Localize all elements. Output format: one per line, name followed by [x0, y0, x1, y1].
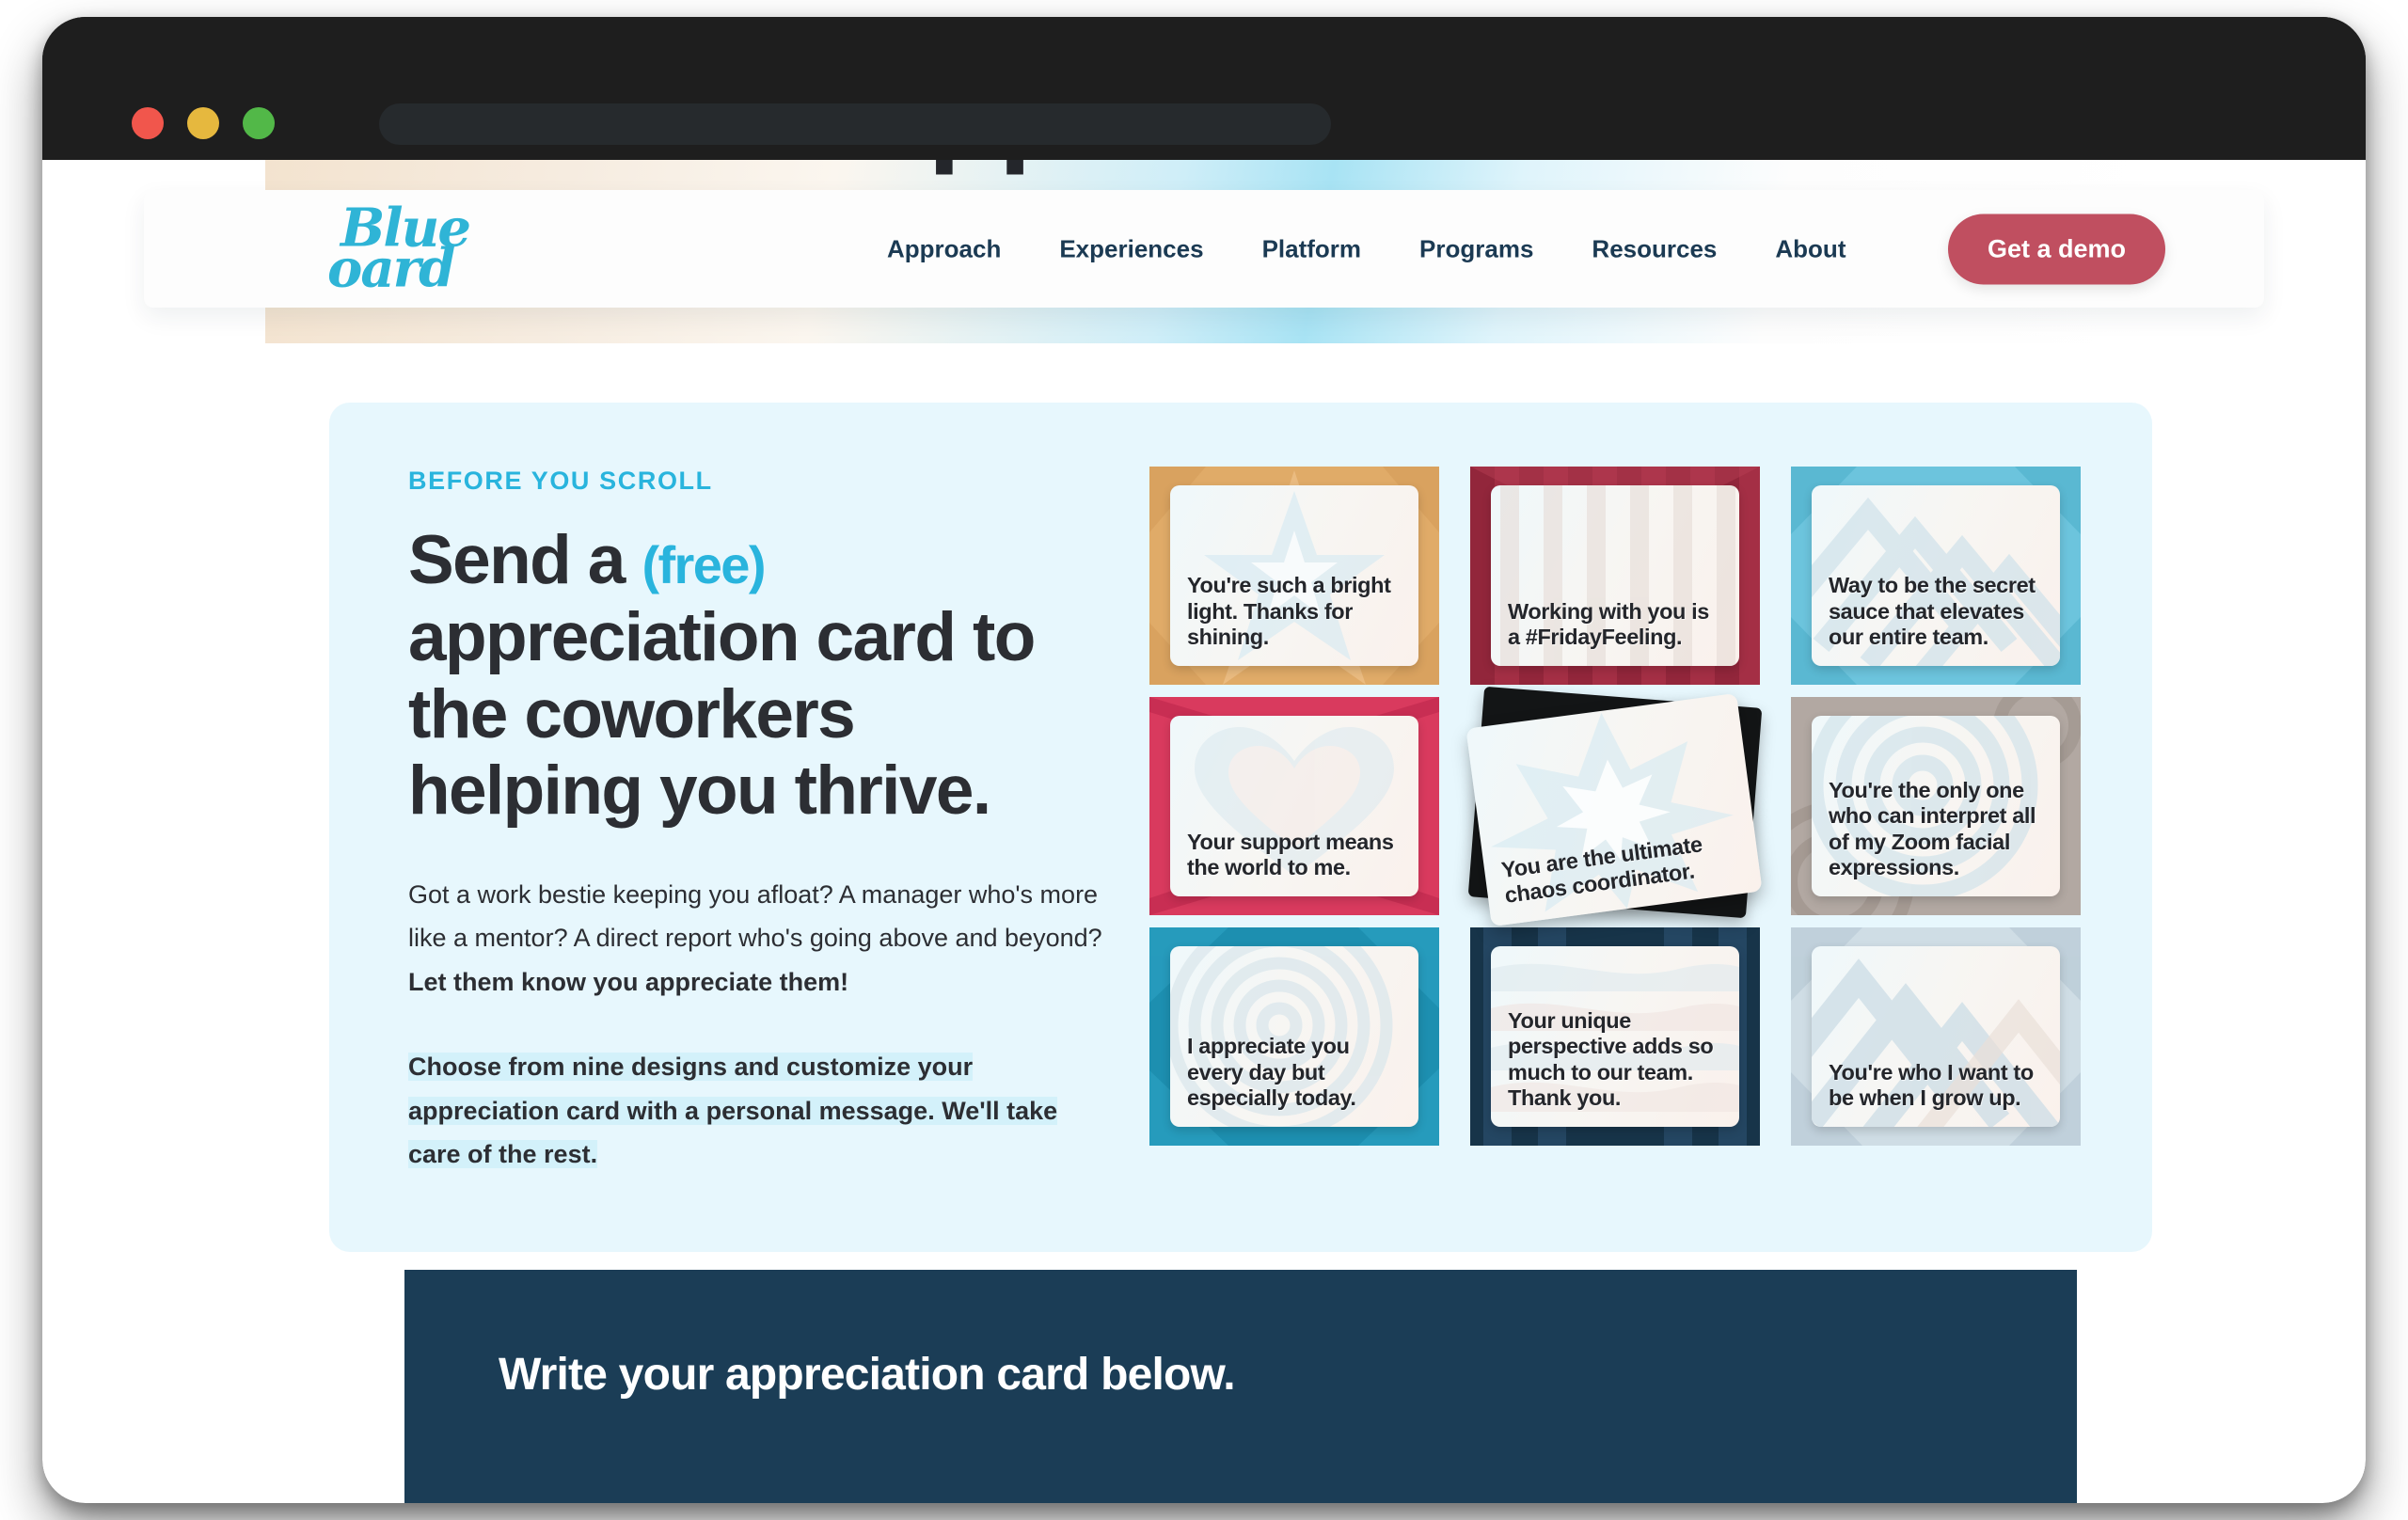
close-window-button[interactable] — [132, 107, 164, 139]
browser-titlebar — [42, 17, 2366, 160]
card-message: You're the only one who can interpret al… — [1829, 778, 2036, 879]
appreciation-card[interactable]: You're the only one who can interpret al… — [1791, 697, 2081, 915]
card-message: Working with you is a #FridayFeeling. — [1508, 598, 1709, 649]
site-navbar: Blue oard Approach Experiences Platform … — [144, 190, 2264, 308]
appreciation-card[interactable]: Way to be the secret sauce that elevates… — [1791, 467, 2081, 685]
promo-copy-column: BEFORE YOU SCROLL Send a (free) appreciat… — [408, 467, 1104, 1177]
appreciation-promo-panel: BEFORE YOU SCROLL Send a (free) appreciat… — [329, 403, 2152, 1252]
promo-heading: Send a (free) appreciation card to the co… — [408, 522, 1104, 830]
card-face: Your support means the world to me. — [1170, 716, 1418, 896]
nav-item-about[interactable]: About — [1775, 234, 1846, 263]
card-face: Working with you is a #FridayFeeling. — [1491, 485, 1739, 666]
nav-item-programs[interactable]: Programs — [1419, 234, 1533, 263]
appreciation-card[interactable]: Your unique perspective adds so much to … — [1470, 927, 1760, 1146]
write-card-cta-band: Write your appreciation card below. — [404, 1270, 2077, 1503]
promo-heading-free: (free) — [642, 535, 766, 594]
get-a-demo-button[interactable]: Get a demo — [1947, 214, 2165, 284]
card-message: I appreciate you every day but especiall… — [1187, 1034, 1356, 1110]
card-message: You're who I want to be when I grow up. — [1829, 1059, 2034, 1110]
logo-line-2: oard — [327, 237, 455, 300]
card-message: Your support means the world to me. — [1187, 829, 1394, 879]
nav-item-resources[interactable]: Resources — [1592, 234, 1717, 263]
appreciation-card[interactable]: I appreciate you every day but especiall… — [1149, 927, 1439, 1146]
nav-item-approach[interactable]: Approach — [887, 234, 1001, 263]
appreciation-card[interactable]: Your support means the world to me. — [1149, 697, 1439, 915]
primary-nav: Approach Experiences Platform Programs R… — [887, 234, 1846, 263]
card-face: You're who I want to be when I grow up. — [1812, 946, 2060, 1127]
maximize-window-button[interactable] — [243, 107, 275, 139]
minimize-window-button[interactable] — [187, 107, 219, 139]
card-message: You're such a bright light. Thanks for s… — [1187, 573, 1391, 649]
address-bar[interactable] — [379, 103, 1331, 145]
promo-paragraphs: Got a work bestie keeping you afloat? A … — [408, 873, 1104, 1177]
card-face: You're such a bright light. Thanks for s… — [1170, 485, 1418, 666]
promo-eyebrow: BEFORE YOU SCROLL — [408, 467, 713, 495]
blueboard-logo[interactable]: Blue oard — [327, 201, 471, 300]
appreciation-card[interactable]: You're who I want to be when I grow up. — [1791, 927, 2081, 1146]
hero-headline-partial: appreciation — [265, 160, 2144, 169]
promo-paragraph-1b: Let them know you appreciate them! — [408, 967, 849, 996]
nav-item-platform[interactable]: Platform — [1262, 234, 1361, 263]
nav-item-experiences[interactable]: Experiences — [1059, 234, 1203, 263]
promo-paragraph-1a: Got a work bestie keeping you afloat? A … — [408, 880, 1102, 953]
cta-heading: Write your appreciation card below. — [499, 1350, 1236, 1400]
promo-heading-part1: Send a — [408, 522, 642, 598]
card-face: You're the only one who can interpret al… — [1812, 716, 2060, 896]
promo-paragraph-2: Choose from nine designs and customize y… — [408, 1053, 1058, 1169]
card-face: I appreciate you every day but especiall… — [1170, 946, 1418, 1127]
card-face: You are the ultimate chaos coordinator. — [1465, 692, 1763, 927]
appreciation-card[interactable]: You're such a bright light. Thanks for s… — [1149, 467, 1439, 685]
card-message: Your unique perspective adds so much to … — [1508, 1008, 1714, 1110]
browser-window: appreciation Blue oard Approach Experien… — [42, 17, 2366, 1503]
card-face: Way to be the secret sauce that elevates… — [1812, 485, 2060, 666]
promo-heading-part2: appreciation card to the coworkers helpi… — [408, 598, 1036, 830]
page-viewport: appreciation Blue oard Approach Experien… — [42, 160, 2366, 1503]
card-message: Way to be the secret sauce that elevates… — [1829, 573, 2036, 649]
appreciation-card[interactable]: You are the ultimate chaos coordinator. — [1465, 686, 1763, 927]
appreciation-card-grid: You're such a bright light. Thanks for s… — [1149, 467, 2081, 1146]
card-face: Your unique perspective adds so much to … — [1491, 946, 1739, 1127]
appreciation-card[interactable]: Working with you is a #FridayFeeling. — [1470, 467, 1760, 685]
window-controls — [132, 107, 275, 139]
